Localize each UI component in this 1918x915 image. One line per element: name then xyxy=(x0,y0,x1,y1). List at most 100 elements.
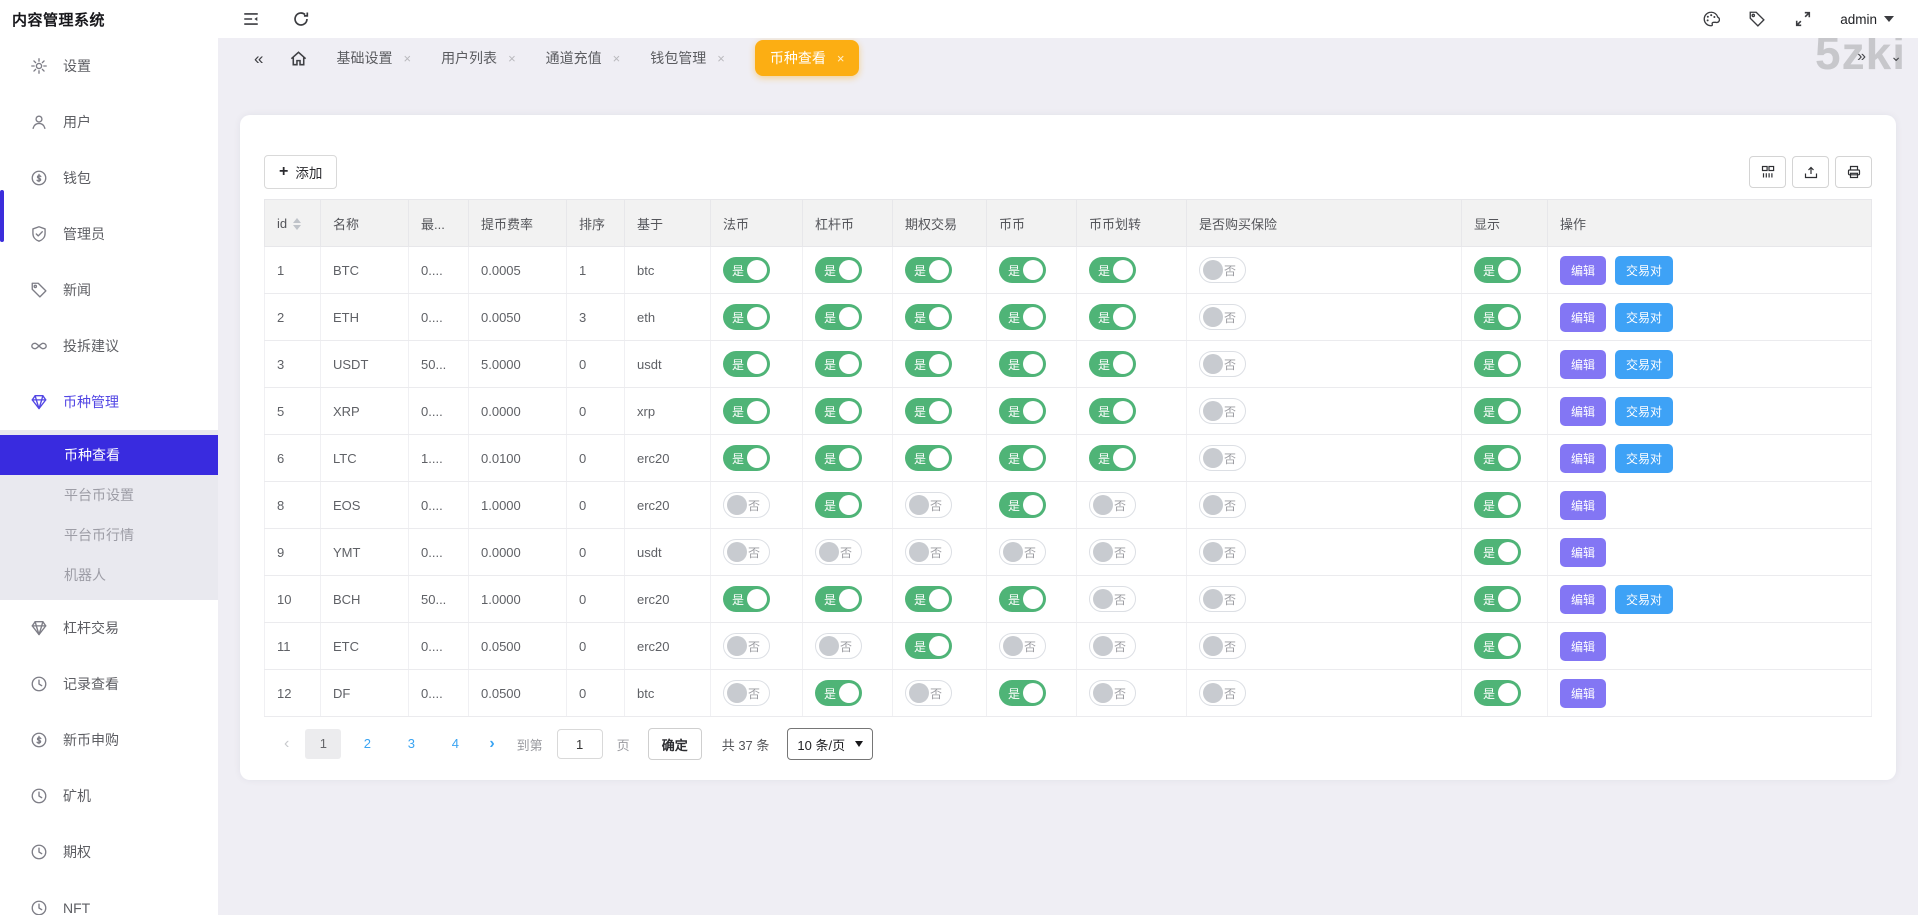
goto-page-input[interactable] xyxy=(557,729,603,759)
edit-button[interactable]: 编辑 xyxy=(1560,397,1606,426)
options-toggle[interactable]: 是 xyxy=(905,586,952,612)
pair-button[interactable]: 交易对 xyxy=(1615,256,1673,285)
columns-icon[interactable] xyxy=(1749,156,1786,188)
insurance-toggle[interactable]: 否 xyxy=(1199,398,1246,424)
transfer-toggle[interactable]: 否 xyxy=(1089,586,1136,612)
transfer-toggle[interactable]: 否 xyxy=(1089,539,1136,565)
insurance-toggle[interactable]: 否 xyxy=(1199,586,1246,612)
edit-button[interactable]: 编辑 xyxy=(1560,679,1606,708)
tab-item-0[interactable]: 基础设置× xyxy=(336,48,411,68)
tab-close-icon[interactable]: × xyxy=(717,51,725,66)
sidebar-item-10[interactable]: 矿机 xyxy=(0,768,218,824)
show-toggle[interactable]: 是 xyxy=(1474,680,1521,706)
leverage-toggle[interactable]: 是 xyxy=(815,351,862,377)
pair-button[interactable]: 交易对 xyxy=(1615,397,1673,426)
pair-button[interactable]: 交易对 xyxy=(1615,350,1673,379)
tab-item-3[interactable]: 钱包管理× xyxy=(650,48,725,68)
spot-toggle[interactable]: 否 xyxy=(999,633,1046,659)
page-size-select[interactable]: 10 条/页 xyxy=(787,728,873,760)
page-prev-icon[interactable]: ‹ xyxy=(276,735,297,753)
spot-toggle[interactable]: 是 xyxy=(999,586,1046,612)
show-toggle[interactable]: 是 xyxy=(1474,586,1521,612)
spot-toggle[interactable]: 是 xyxy=(999,351,1046,377)
insurance-toggle[interactable]: 否 xyxy=(1199,351,1246,377)
sidebar-item-1[interactable]: 用户 xyxy=(0,94,218,150)
leverage-toggle[interactable]: 否 xyxy=(815,539,862,565)
show-toggle[interactable]: 是 xyxy=(1474,539,1521,565)
fullscreen-icon[interactable] xyxy=(1794,10,1812,28)
page-next-icon[interactable]: › xyxy=(481,735,502,753)
tabs-more-icon[interactable]: » xyxy=(1857,48,1866,66)
transfer-toggle[interactable]: 否 xyxy=(1089,633,1136,659)
sort-icon[interactable] xyxy=(293,218,301,230)
tabs-back-icon[interactable]: « xyxy=(254,50,263,67)
spot-toggle[interactable]: 是 xyxy=(999,492,1046,518)
submenu-item-0[interactable]: 币种查看 xyxy=(0,435,218,475)
sidebar-item-0[interactable]: 设置 xyxy=(0,38,218,94)
fiat-toggle[interactable]: 是 xyxy=(723,351,770,377)
spot-toggle[interactable]: 否 xyxy=(999,539,1046,565)
show-toggle[interactable]: 是 xyxy=(1474,492,1521,518)
page-button-2[interactable]: 2 xyxy=(349,729,385,759)
edit-button[interactable]: 编辑 xyxy=(1560,538,1606,567)
insurance-toggle[interactable]: 否 xyxy=(1199,445,1246,471)
print-icon[interactable] xyxy=(1835,156,1872,188)
transfer-toggle[interactable]: 是 xyxy=(1089,304,1136,330)
sidebar-item-2[interactable]: 钱包 xyxy=(0,150,218,206)
sidebar-item-9[interactable]: 新币申购 xyxy=(0,712,218,768)
sidebar-item-8[interactable]: 记录查看 xyxy=(0,656,218,712)
pair-button[interactable]: 交易对 xyxy=(1615,444,1673,473)
sidebar-item-6[interactable]: 币种管理 xyxy=(0,374,218,430)
fiat-toggle[interactable]: 否 xyxy=(723,633,770,659)
edit-button[interactable]: 编辑 xyxy=(1560,350,1606,379)
edit-button[interactable]: 编辑 xyxy=(1560,256,1606,285)
spot-toggle[interactable]: 是 xyxy=(999,398,1046,424)
fiat-toggle[interactable]: 否 xyxy=(723,539,770,565)
export-icon[interactable] xyxy=(1792,156,1829,188)
sidebar-item-7[interactable]: 杠杆交易 xyxy=(0,600,218,656)
home-icon[interactable] xyxy=(289,49,308,68)
spot-toggle[interactable]: 是 xyxy=(999,680,1046,706)
submenu-item-1[interactable]: 平台币设置 xyxy=(0,475,218,515)
submenu-item-3[interactable]: 机器人 xyxy=(0,555,218,595)
transfer-toggle[interactable]: 是 xyxy=(1089,257,1136,283)
refresh-icon[interactable] xyxy=(292,10,310,28)
options-toggle[interactable]: 是 xyxy=(905,257,952,283)
user-menu[interactable]: admin xyxy=(1840,12,1894,27)
insurance-toggle[interactable]: 否 xyxy=(1199,633,1246,659)
options-toggle[interactable]: 否 xyxy=(905,492,952,518)
sidebar-item-12[interactable]: NFT xyxy=(0,880,218,915)
fiat-toggle[interactable]: 是 xyxy=(723,304,770,330)
transfer-toggle[interactable]: 是 xyxy=(1089,351,1136,377)
edit-button[interactable]: 编辑 xyxy=(1560,585,1606,614)
leverage-toggle[interactable]: 否 xyxy=(815,633,862,659)
options-toggle[interactable]: 是 xyxy=(905,398,952,424)
tab-close-icon[interactable]: × xyxy=(508,51,516,66)
collapse-sidebar-icon[interactable] xyxy=(242,10,260,28)
page-button-4[interactable]: 4 xyxy=(437,729,473,759)
transfer-toggle[interactable]: 是 xyxy=(1089,398,1136,424)
options-toggle[interactable]: 是 xyxy=(905,304,952,330)
spot-toggle[interactable]: 是 xyxy=(999,257,1046,283)
confirm-button[interactable]: 确定 xyxy=(648,728,702,760)
edit-button[interactable]: 编辑 xyxy=(1560,632,1606,661)
show-toggle[interactable]: 是 xyxy=(1474,633,1521,659)
tab-close-icon[interactable]: × xyxy=(837,51,845,66)
leverage-toggle[interactable]: 是 xyxy=(815,257,862,283)
leverage-toggle[interactable]: 是 xyxy=(815,492,862,518)
fiat-toggle[interactable]: 否 xyxy=(723,492,770,518)
column-header-0[interactable]: id xyxy=(265,200,321,247)
page-button-1[interactable]: 1 xyxy=(305,729,341,759)
sidebar-item-3[interactable]: 管理员 xyxy=(0,206,218,262)
pair-button[interactable]: 交易对 xyxy=(1615,585,1673,614)
leverage-toggle[interactable]: 是 xyxy=(815,445,862,471)
leverage-toggle[interactable]: 是 xyxy=(815,680,862,706)
sidebar-item-11[interactable]: 期权 xyxy=(0,824,218,880)
leverage-toggle[interactable]: 是 xyxy=(815,398,862,424)
tab-item-4[interactable]: 币种查看× xyxy=(755,40,860,76)
show-toggle[interactable]: 是 xyxy=(1474,304,1521,330)
tab-item-1[interactable]: 用户列表× xyxy=(441,48,516,68)
transfer-toggle[interactable]: 是 xyxy=(1089,445,1136,471)
transfer-toggle[interactable]: 否 xyxy=(1089,492,1136,518)
insurance-toggle[interactable]: 否 xyxy=(1199,257,1246,283)
